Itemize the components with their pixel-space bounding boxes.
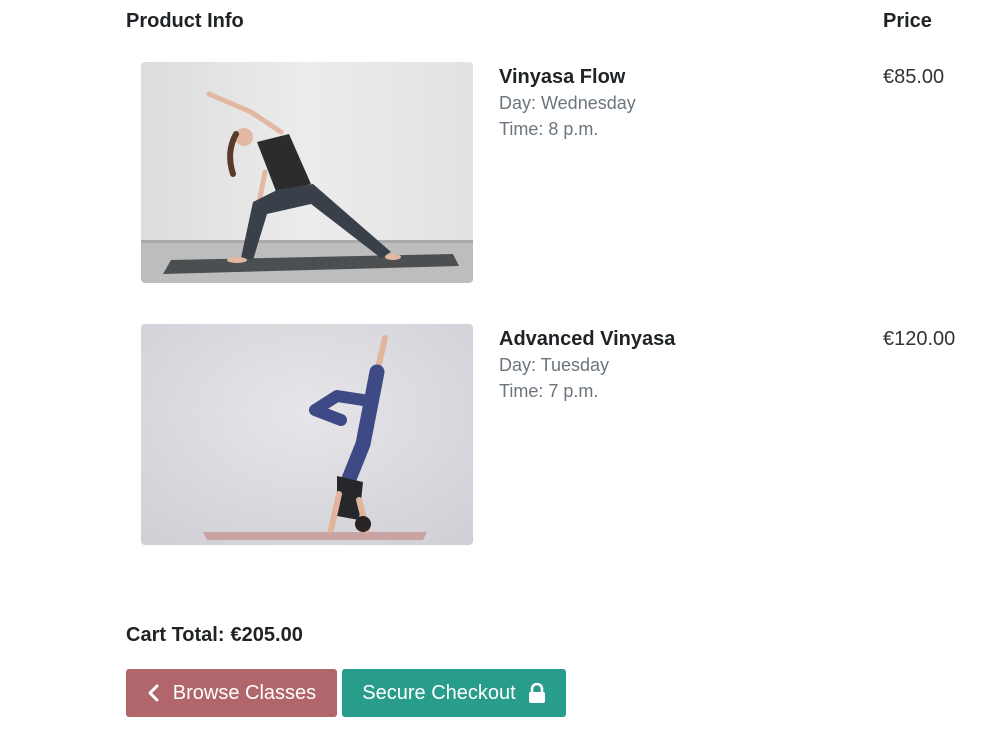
product-price: €85.00 [883,66,945,88]
cart-total-label: Cart Total: [126,624,225,646]
browse-classes-label: Browse Classes [172,681,317,704]
yoga-side-angle-photo [141,62,473,283]
product-day: Day: Wednesday [499,93,636,113]
product-name[interactable]: Advanced Vinyasa [499,326,675,352]
product-info-header: Product Info [126,10,244,32]
product-image[interactable] [141,62,473,283]
product-time: Time: 8 p.m. [499,119,599,139]
secure-checkout-label: Secure Checkout [362,681,516,704]
browse-classes-button[interactable]: Browse Classes [126,669,337,717]
product-name[interactable]: Vinyasa Flow [499,64,636,90]
cart-item: Advanced Vinyasa Day: Tuesday Time: 7 p.… [0,324,981,546]
secure-checkout-button[interactable]: Secure Checkout [342,669,566,717]
cart-page: Product Info Price Vinyasa Flow Day: Wed… [0,0,981,748]
yoga-headstand-photo [141,324,473,545]
product-day: Day: Tuesday [499,355,610,375]
cart-total: Cart Total: €205.00 [126,624,303,647]
product-time: Time: 7 p.m. [499,381,599,401]
cart-item: Vinyasa Flow Day: Wednesday Time: 8 p.m.… [0,62,981,284]
chevron-left-icon [147,684,159,702]
price-header: Price [883,10,932,32]
product-image[interactable] [141,324,473,545]
lock-icon [528,683,546,703]
cart-total-amount: €205.00 [230,624,303,646]
product-price: €120.00 [883,328,956,350]
